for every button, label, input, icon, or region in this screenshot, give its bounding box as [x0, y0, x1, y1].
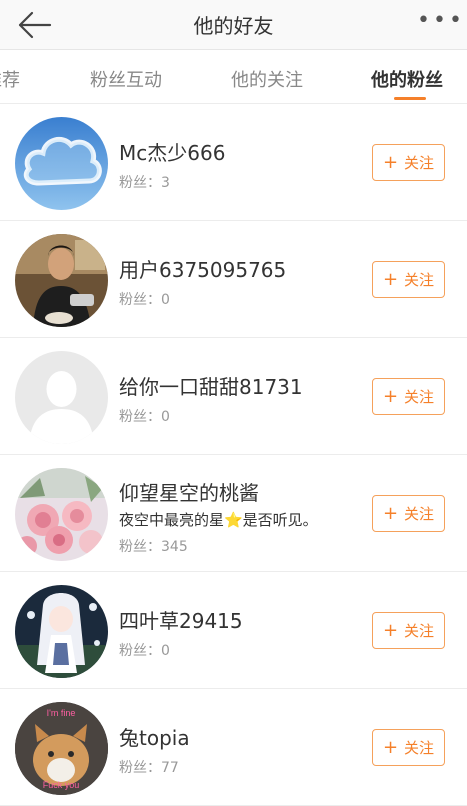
fans-count: 粉丝：0: [119, 409, 170, 425]
plus-icon: +: [382, 385, 399, 407]
user-bio: 夜空中最亮的星⭐是否听见。: [119, 511, 318, 529]
follow-button[interactable]: + 关注: [372, 378, 445, 415]
page-title: 他的好友: [193, 14, 274, 38]
follow-button[interactable]: + 关注: [372, 495, 445, 532]
user-name[interactable]: 仰望星空的桃酱: [119, 477, 259, 506]
fans-count: 粉丝：0: [119, 292, 170, 308]
tab-his-following[interactable]: 他的关注: [231, 66, 303, 92]
man-photo-avatar-icon: [15, 234, 108, 327]
follow-label: 关注: [404, 388, 435, 406]
plus-icon: +: [382, 151, 399, 173]
follow-button[interactable]: + 关注: [372, 144, 445, 181]
user-name[interactable]: 四叶草29415: [119, 605, 243, 634]
cat-top-caption: I'm fine: [47, 708, 76, 718]
tab-recommend[interactable]: 推荐: [0, 66, 20, 92]
avatar[interactable]: [15, 468, 108, 561]
follow-label: 关注: [404, 622, 435, 640]
fans-count: 粉丝：77: [119, 760, 179, 776]
fans-count: 粉丝：345: [119, 539, 188, 555]
plus-icon: +: [382, 268, 399, 290]
tab-his-fans[interactable]: 他的粉丝: [371, 66, 443, 92]
more-options-icon[interactable]: •••: [417, 10, 462, 34]
tab-bar: 推荐 粉丝互动 他的关注 他的粉丝: [0, 51, 467, 104]
plus-icon: +: [382, 619, 399, 641]
list-item[interactable]: 仰望星空的桃酱 夜空中最亮的星⭐是否听见。 粉丝：345 + 关注: [0, 455, 467, 572]
user-name[interactable]: 用户6375095765: [119, 254, 286, 283]
follow-button[interactable]: + 关注: [372, 261, 445, 298]
fans-list: Mc杰少666 粉丝：3 + 关注 用户6375095765 粉丝：0 + 关注: [0, 104, 467, 806]
default-user-avatar-icon: [15, 351, 108, 444]
active-tab-indicator: [394, 97, 426, 100]
list-item[interactable]: 四叶草29415 粉丝：0 + 关注: [0, 572, 467, 689]
fans-count: 粉丝：3: [119, 175, 170, 191]
follow-button[interactable]: + 关注: [372, 612, 445, 649]
cloud-sky-avatar-icon: [15, 117, 108, 210]
follow-label: 关注: [404, 505, 435, 523]
plus-icon: +: [382, 736, 399, 758]
list-item[interactable]: 给你一口甜甜81731 粉丝：0 + 关注: [0, 338, 467, 455]
list-item[interactable]: 用户6375095765 粉丝：0 + 关注: [0, 221, 467, 338]
cat-bottom-caption: Fuck you: [43, 780, 80, 790]
follow-label: 关注: [404, 154, 435, 172]
follow-label: 关注: [404, 271, 435, 289]
follow-button[interactable]: + 关注: [372, 729, 445, 766]
avatar[interactable]: [15, 351, 108, 444]
user-name[interactable]: 给你一口甜甜81731: [119, 371, 303, 400]
avatar[interactable]: [15, 234, 108, 327]
plus-icon: +: [382, 502, 399, 524]
pink-roses-avatar-icon: [15, 468, 108, 561]
top-bar: 他的好友 •••: [0, 0, 467, 50]
cat-meme-avatar-icon: I'm fine Fuck you: [15, 702, 108, 795]
follow-label: 关注: [404, 739, 435, 757]
user-name[interactable]: 兔topia: [119, 722, 190, 751]
list-item[interactable]: Mc杰少666 粉丝：3 + 关注: [0, 104, 467, 221]
avatar[interactable]: [15, 585, 108, 678]
avatar[interactable]: [15, 117, 108, 210]
tab-fan-interaction[interactable]: 粉丝互动: [90, 66, 162, 92]
fans-count: 粉丝：0: [119, 643, 170, 659]
avatar[interactable]: I'm fine Fuck you: [15, 702, 108, 795]
user-name[interactable]: Mc杰少666: [119, 137, 225, 166]
list-item[interactable]: I'm fine Fuck you 兔topia 粉丝：77 + 关注: [0, 689, 467, 806]
anime-girl-avatar-icon: [15, 585, 108, 678]
